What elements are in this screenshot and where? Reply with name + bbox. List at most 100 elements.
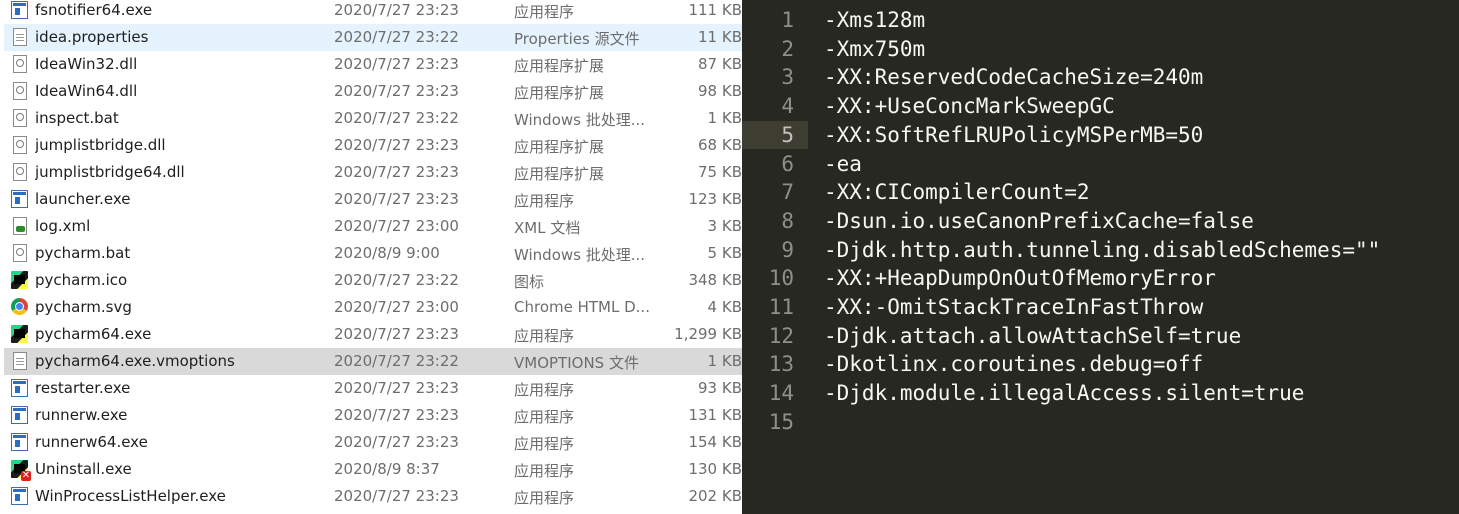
file-type: 应用程序	[514, 489, 575, 507]
file-row[interactable]: Uninstall.exe 2020/8/9 8:37 应用程序 130 KB	[4, 456, 742, 483]
file-size: 4 KB	[707, 298, 742, 316]
file-row[interactable]: jumplistbridge64.dll 2020/7/27 23:23 应用程序扩…	[4, 159, 742, 186]
file-row[interactable]: idea.properties 2020/7/27 23:22 Properties…	[4, 24, 742, 51]
uninstall-icon	[11, 460, 31, 481]
chrome-icon	[11, 298, 28, 315]
file-type: VMOPTIONS 文件	[514, 354, 639, 372]
exe-icon	[11, 190, 28, 208]
line-number: 9	[781, 237, 794, 262]
file-size: 3 KB	[707, 217, 742, 235]
exe-icon	[11, 487, 28, 505]
line-number: 13	[768, 352, 794, 377]
editor-line[interactable]: 5 -XX:SoftRefLRUPolicyMSPerMB=50	[742, 121, 1459, 150]
line-number: 8	[781, 208, 794, 233]
file-size: 93 KB	[698, 379, 742, 397]
file-date: 2020/7/27 23:22	[334, 109, 459, 127]
file-type: 应用程序	[514, 435, 575, 453]
line-number: 6	[781, 151, 794, 176]
file-row[interactable]: restarter.exe 2020/7/27 23:23 应用程序 93 KB	[4, 375, 742, 402]
file-row[interactable]: fsnotifier64.exe 2020/7/27 23:23 应用程序 111 K…	[4, 0, 742, 24]
file-name: runnerw.exe	[35, 406, 128, 424]
xml-icon	[13, 217, 27, 235]
file-name: pycharm.ico	[35, 271, 128, 289]
text-editor[interactable]: 1 -Xms128m 2 -Xmx750m 3 -XX:ReservedCodeCache…	[742, 0, 1459, 514]
line-number: 5	[781, 122, 794, 147]
line-text: -XX:SoftRefLRUPolicyMSPerMB=50	[824, 122, 1204, 147]
editor-line[interactable]: 6 -ea	[742, 150, 1459, 179]
file-date: 2020/7/27 23:23	[334, 55, 459, 73]
file-size: 348 KB	[688, 271, 742, 289]
file-date: 2020/7/27 23:23	[334, 82, 459, 100]
editor-line[interactable]: 11 -XX:-OmitStackTraceInFastThrow	[742, 293, 1459, 322]
exe-icon	[11, 433, 28, 451]
editor-line[interactable]: 15	[742, 408, 1459, 437]
file-date: 2020/7/27 23:23	[334, 379, 459, 397]
line-text: -Xmx750m	[824, 36, 926, 61]
file-row[interactable]: pycharm64.exe.vmoptions 2020/7/27 23:22 VM…	[4, 348, 742, 375]
file-size: 154 KB	[688, 433, 742, 451]
line-text: -ea	[824, 151, 862, 176]
editor-line[interactable]: 3 -XX:ReservedCodeCacheSize=240m	[742, 63, 1459, 92]
file-type: 应用程序扩展	[514, 57, 605, 75]
file-row[interactable]: WinProcessListHelper.exe 2020/7/27 23:23 应…	[4, 483, 742, 510]
file-type: 应用程序扩展	[514, 84, 605, 102]
file-date: 2020/7/27 23:23	[334, 325, 459, 343]
file-size: 130 KB	[688, 460, 742, 478]
file-size: 123 KB	[688, 190, 742, 208]
file-name: pycharm.svg	[35, 298, 132, 316]
file-size: 1 KB	[707, 352, 742, 370]
file-type: 应用程序	[514, 408, 575, 426]
editor-line[interactable]: 1 -Xms128m	[742, 6, 1459, 35]
file-type: Properties 源文件	[514, 30, 640, 48]
file-date: 2020/7/27 23:00	[334, 217, 459, 235]
file-date: 2020/7/27 23:23	[334, 1, 459, 19]
file-date: 2020/8/9 9:00	[334, 244, 440, 262]
editor-line[interactable]: 10 -XX:+HeapDumpOnOutOfMemoryError	[742, 264, 1459, 293]
editor-line[interactable]: 2 -Xmx750m	[742, 35, 1459, 64]
exe-icon	[11, 1, 28, 19]
file-row[interactable]: pycharm.bat 2020/8/9 9:00 Windows 批处理... 5 …	[4, 240, 742, 267]
line-text: -Djdk.module.illegalAccess.silent=true	[824, 381, 1305, 406]
file-row[interactable]: jumplistbridge.dll 2020/7/27 23:23 应用程序扩展 6…	[4, 132, 742, 159]
file-row[interactable]: inspect.bat 2020/7/27 23:22 Windows 批处理...…	[4, 105, 742, 132]
file-row[interactable]: pycharm64.exe 2020/7/27 23:23 应用程序 1,299 KB	[4, 321, 742, 348]
dll-icon	[13, 82, 27, 100]
file-row[interactable]: log.xml 2020/7/27 23:00 XML 文档 3 KB	[4, 213, 742, 240]
file-date: 2020/7/27 23:23	[334, 190, 459, 208]
file-size: 98 KB	[698, 82, 742, 100]
line-text: -Djdk.http.auth.tunneling.disabledScheme…	[824, 237, 1381, 262]
bat-icon	[13, 109, 27, 127]
editor-line[interactable]: 9 -Djdk.http.auth.tunneling.disabledSchem…	[742, 236, 1459, 265]
file-row[interactable]: pycharm.ico 2020/7/27 23:22 图标 348 KB	[4, 267, 742, 294]
editor-line[interactable]: 4 -XX:+UseConcMarkSweepGC	[742, 92, 1459, 121]
editor-line[interactable]: 12 -Djdk.attach.allowAttachSelf=true	[742, 322, 1459, 351]
line-text: -Xms128m	[824, 8, 926, 32]
file-name: IdeaWin32.dll	[35, 55, 138, 73]
file-type: 应用程序	[514, 192, 575, 210]
file-row[interactable]: launcher.exe 2020/7/27 23:23 应用程序 123 KB	[4, 186, 742, 213]
line-number: 12	[768, 323, 794, 348]
line-number: 1	[781, 8, 794, 32]
line-number: 11	[768, 295, 794, 319]
file-row[interactable]: runnerw.exe 2020/7/27 23:23 应用程序 131 KB	[4, 402, 742, 429]
file-name: pycharm64.exe	[35, 325, 152, 343]
pycharm-icon	[11, 325, 28, 343]
exe-icon	[11, 379, 28, 397]
editor-line[interactable]: 7 -XX:CICompilerCount=2	[742, 178, 1459, 207]
pycharm-icon	[11, 271, 28, 289]
file-date: 2020/7/27 23:23	[334, 163, 459, 181]
file-size: 1 KB	[707, 109, 742, 127]
file-name: restarter.exe	[35, 379, 131, 397]
editor-line[interactable]: 13 -Dkotlinx.coroutines.debug=off	[742, 350, 1459, 379]
file-explorer-list: fsnotifier64.exe 2020/7/27 23:23 应用程序 111 K…	[0, 0, 742, 514]
file-date: 2020/7/27 23:00	[334, 298, 459, 316]
file-row[interactable]: IdeaWin32.dll 2020/7/27 23:23 应用程序扩展 87 KB	[4, 51, 742, 78]
file-row[interactable]: pycharm.svg 2020/7/27 23:00 Chrome HTML D.…	[4, 294, 742, 321]
file-size: 1,299 KB	[674, 325, 742, 343]
file-row[interactable]: IdeaWin64.dll 2020/7/27 23:23 应用程序扩展 98 KB	[4, 78, 742, 105]
file-date: 2020/8/9 8:37	[334, 460, 440, 478]
editor-line[interactable]: 14 -Djdk.module.illegalAccess.silent=true	[742, 379, 1459, 408]
file-row[interactable]: runnerw64.exe 2020/7/27 23:23 应用程序 154 KB	[4, 429, 742, 456]
editor-line[interactable]: 8 -Dsun.io.useCanonPrefixCache=false	[742, 207, 1459, 236]
file-date: 2020/7/27 23:23	[334, 487, 459, 505]
